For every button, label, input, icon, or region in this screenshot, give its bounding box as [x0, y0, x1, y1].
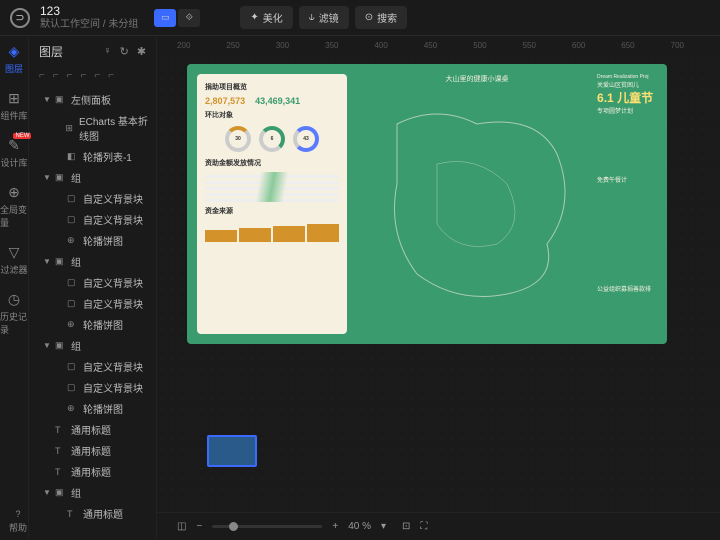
search-button[interactable]: ⊙ 搜索 [355, 6, 407, 29]
tree-item[interactable]: T通用标题 [29, 461, 156, 482]
tree-item[interactable]: ▼▣组 [29, 167, 156, 188]
expand-button[interactable]: ⛶ [420, 521, 427, 532]
nav-components[interactable]: ⊞组件库 [0, 89, 27, 122]
beautify-button[interactable]: ✦ 美化 [240, 6, 292, 29]
artboard[interactable]: 捐助项目概览 2,807,573 43,469,341 环比对象 30 6 43… [187, 64, 667, 344]
zoom-value[interactable]: 40 % [348, 521, 371, 532]
stat-2: 43,469,341 [255, 96, 300, 106]
tree-item[interactable]: ▢自定义背景块 [29, 356, 156, 377]
donut-2: 6 [259, 126, 285, 152]
app-logo[interactable]: ⊃ [10, 8, 30, 28]
zoom-slider[interactable] [212, 525, 322, 528]
tree-item[interactable]: T通用标题 [29, 440, 156, 461]
section2-title: 资助金额发放情况 [205, 158, 339, 168]
zoom-out-button[interactable]: − [197, 521, 203, 532]
layers-icon: ◈ [5, 42, 23, 60]
left-panel: 捐助项目概览 2,807,573 43,469,341 环比对象 30 6 43… [197, 74, 347, 334]
history-icon: ◷ [5, 290, 23, 308]
tree-item[interactable]: ▼▣组 [29, 251, 156, 272]
tree-item[interactable]: ⊞ECharts 基本折线图 [29, 110, 156, 146]
tree-item[interactable]: ◧轮播列表-1 [29, 146, 156, 167]
help-icon: ? [16, 509, 21, 519]
align-tool[interactable]: ⌐ [108, 70, 114, 81]
doc-title[interactable]: 123 [40, 4, 138, 18]
page-thumbnail[interactable] [207, 435, 257, 467]
tree-item[interactable]: T通用标题 [29, 503, 156, 524]
donut-3: 43 [293, 126, 319, 152]
nav-filters[interactable]: ▽过滤器 [0, 243, 27, 276]
donut-1: 30 [225, 126, 251, 152]
tree-item[interactable]: ▢自定义背景块 [29, 293, 156, 314]
tree-item[interactable]: ⊕轮播饼图 [29, 398, 156, 419]
tree-item[interactable]: ▢自定义背景块 [29, 272, 156, 293]
nav-layers[interactable]: ◈图层 [5, 42, 23, 75]
filters-icon: ▽ [5, 243, 23, 261]
tree-item[interactable]: T通用标题 [29, 419, 156, 440]
panel-title: 捐助项目概览 [205, 82, 339, 92]
section3-title: 资金来源 [205, 206, 339, 216]
align-tool[interactable]: ⌐ [53, 70, 59, 81]
tree-item[interactable]: ▢自定义背景块 [29, 209, 156, 230]
align-tool[interactable]: ⌐ [67, 70, 73, 81]
breadcrumb[interactable]: 默认工作空间 / 未分组 [40, 19, 138, 31]
globals-icon: ⊕ [5, 183, 23, 201]
nav-design[interactable]: NEW✎设计库 [0, 136, 27, 169]
tree-item[interactable]: ▼▣组 [29, 482, 156, 503]
refresh-icon[interactable]: ↻ [120, 45, 129, 58]
filter-button[interactable]: ⫝ 滤镜 [299, 6, 349, 29]
thumbnail-strip[interactable] [207, 426, 257, 476]
tree-item[interactable]: ⊕轮播饼图 [29, 314, 156, 335]
align-tool[interactable]: ⌐ [81, 70, 87, 81]
components-icon: ⊞ [5, 89, 23, 107]
horizontal-ruler: 200250300350400450500550600650700 [157, 36, 720, 54]
filter-icon[interactable]: ♀ [103, 45, 111, 58]
bar-chart [205, 222, 339, 242]
nav-history[interactable]: ◷历史记录 [0, 290, 28, 336]
align-tool[interactable]: ⌐ [94, 70, 100, 81]
map-title: 大山里的健康小课桌 [357, 74, 597, 84]
right-panel: Dream Realization Proj 关爱山区贫困儿 6.1 儿童节 专… [597, 74, 657, 293]
line-chart [205, 172, 339, 202]
map-svg [357, 84, 597, 324]
stat-1: 2,807,573 [205, 96, 245, 106]
code-mode-button[interactable]: ⟐ [178, 9, 200, 27]
select-mode-button[interactable]: ▭ [154, 9, 176, 27]
align-tool[interactable]: ⌐ [39, 70, 45, 81]
layers-title: 图层 [39, 43, 63, 60]
zoom-dropdown-icon[interactable]: ▾ [381, 521, 386, 532]
new-badge: NEW [13, 133, 31, 139]
tree-item[interactable]: ▼▣组 [29, 335, 156, 356]
tree-item[interactable]: ▼▣左侧面板 [29, 89, 156, 110]
zoom-in-button[interactable]: + [332, 521, 338, 532]
tree-item[interactable]: ⊕轮播饼图 [29, 230, 156, 251]
map-panel: 大山里的健康小课桌 [357, 74, 597, 334]
canvas[interactable]: 捐助项目概览 2,807,573 43,469,341 环比对象 30 6 43… [157, 54, 720, 512]
nav-globals[interactable]: ⊕全局变量 [0, 183, 28, 229]
fit-button[interactable]: ⊡ [402, 521, 410, 532]
tree-item[interactable]: ▢自定义背景块 [29, 377, 156, 398]
nav-help[interactable]: ? 帮助 [9, 509, 27, 534]
settings-icon[interactable]: ✱ [137, 45, 146, 58]
compare-title: 环比对象 [205, 110, 339, 120]
layer-back-icon[interactable]: ◫ [177, 521, 186, 532]
tree-item[interactable]: ▢自定义背景块 [29, 188, 156, 209]
